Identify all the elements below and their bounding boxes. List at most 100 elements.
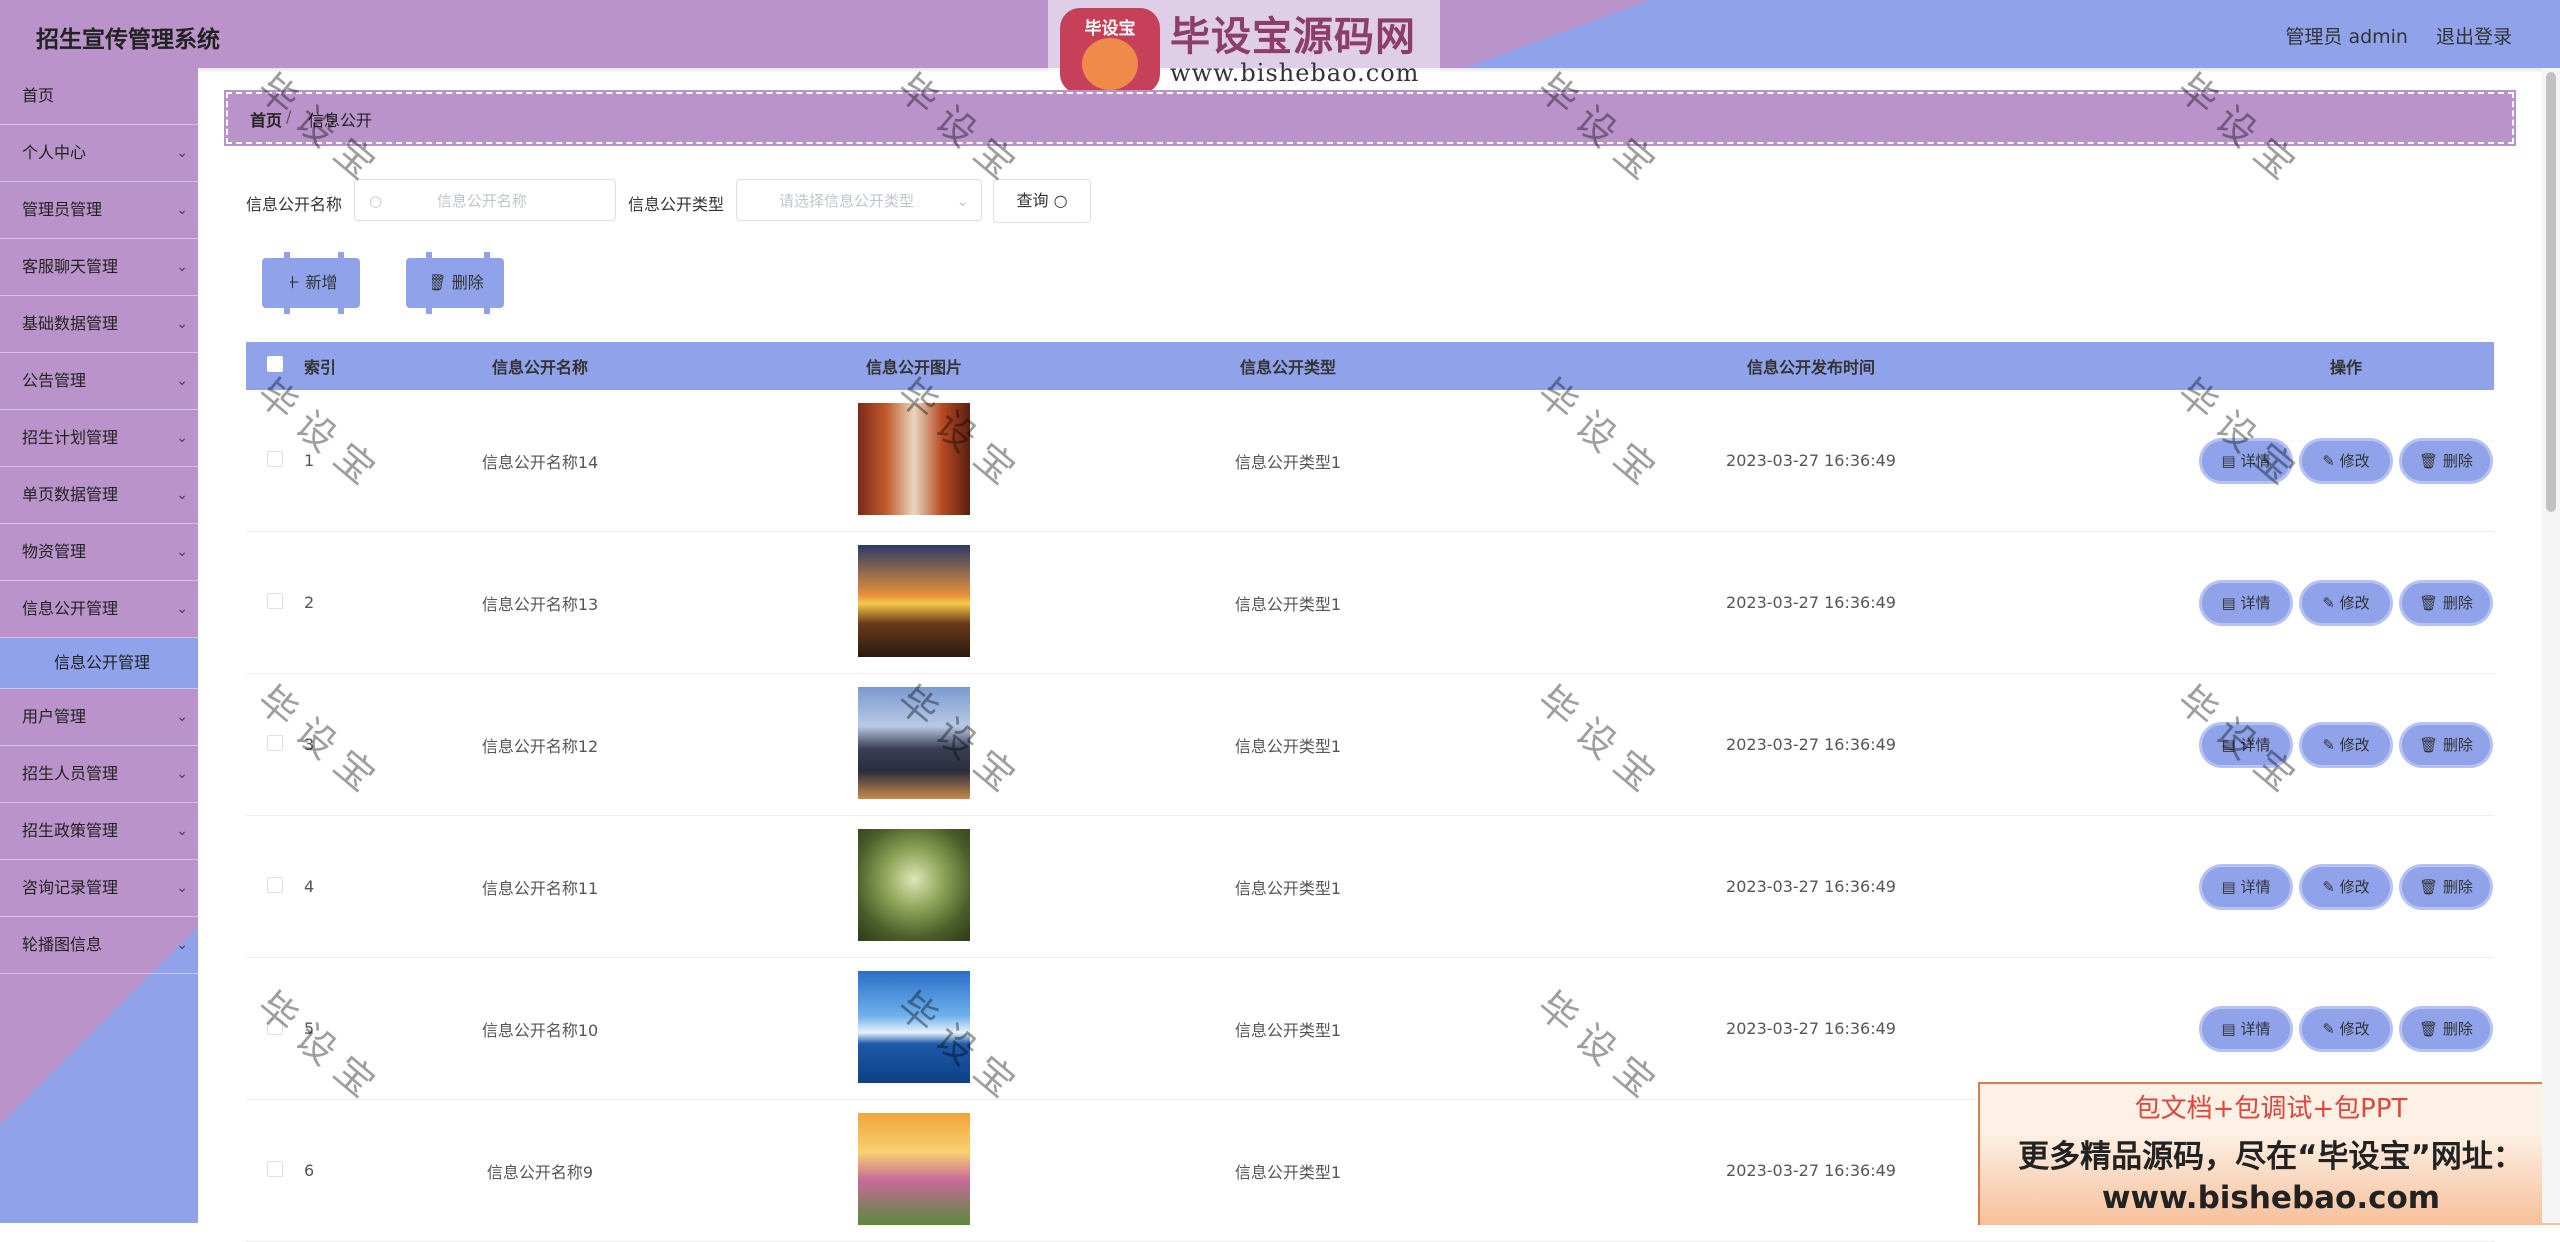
batch-delete-button[interactable]: 🗑 删除 — [406, 252, 504, 314]
col-name: 信息公开名称 — [491, 358, 588, 377]
logo-badge-text: 毕设宝 — [1084, 19, 1136, 39]
row-checkbox[interactable] — [267, 876, 283, 893]
edit-icon: ✎ — [2322, 1019, 2335, 1038]
sidebar-item-4[interactable]: 基础数据管理 ⌄ — [0, 296, 198, 353]
detail-icon: ▤ — [2221, 877, 2236, 896]
table-row: 5 信息公开名称10 信息公开类型1 2023-03-27 16:36:49 ▤ 详情 ✎… — [246, 958, 2494, 1100]
chevron-down-icon: ⌄ — [176, 430, 188, 446]
sidebar-item-8[interactable]: 物资管理 ⌄ — [0, 524, 198, 581]
delete-label: 删除 — [451, 273, 484, 292]
delete-button[interactable]: 🗑 删除 — [2402, 1008, 2490, 1049]
sidebar-item-12[interactable]: 招生政策管理 ⌄ — [0, 803, 198, 860]
sidebar-item-3[interactable]: 客服聊天管理 ⌄ — [0, 239, 198, 296]
edit-button[interactable]: ✎ 修改 — [2302, 440, 2390, 481]
detail-label: 详情 — [2240, 1019, 2271, 1038]
detail-button[interactable]: ▤ 详情 — [2202, 866, 2290, 907]
detail-label: 详情 — [2240, 877, 2271, 896]
row-image[interactable] — [858, 402, 970, 515]
row-index: 6 — [304, 1161, 315, 1180]
row-time: 2023-03-27 16:36:49 — [1726, 451, 1896, 470]
edit-label: 修改 — [2339, 593, 2370, 612]
sidebar-item-0[interactable]: 首页 — [0, 68, 198, 125]
row-checkbox[interactable] — [267, 734, 283, 751]
system-title: 招生宣传管理系统 — [36, 27, 220, 53]
trash-icon: 🗑 — [2419, 451, 2439, 470]
chevron-down-icon: ⌄ — [176, 766, 188, 782]
detail-button[interactable]: ▤ 详情 — [2202, 582, 2290, 623]
trash-icon: 🗑 — [2419, 735, 2439, 754]
delete-label: 删除 — [2442, 593, 2473, 612]
row-checkbox[interactable] — [267, 1160, 283, 1177]
chevron-down-icon: ⌄ — [956, 192, 969, 210]
edit-button[interactable]: ✎ 修改 — [2302, 866, 2390, 907]
edit-button[interactable]: ✎ 修改 — [2302, 724, 2390, 765]
row-checkbox[interactable] — [267, 450, 283, 467]
sidebar-item-label: 公告管理 — [22, 371, 87, 390]
promo-banner: 包文档+包调试+包PPT 更多精品源码，尽在“毕设宝”网址： www.bishe… — [1978, 1082, 2560, 1225]
page-scrollbar[interactable] — [2542, 68, 2560, 1223]
edit-label: 修改 — [2339, 451, 2370, 470]
sidebar-item-10[interactable]: 用户管理 ⌄ — [0, 689, 198, 746]
detail-button[interactable]: ▤ 详情 — [2202, 1008, 2290, 1049]
row-type: 信息公开类型1 — [1234, 452, 1342, 472]
promo-line2: 更多精品源码，尽在“毕设宝”网址： — [2018, 1139, 2524, 1175]
add-label: 新增 — [305, 273, 338, 292]
table-row: 1 信息公开名称14 信息公开类型1 2023-03-27 16:36:49 ▤ 详情 ✎… — [246, 390, 2494, 532]
chevron-down-icon: ⌄ — [176, 487, 188, 503]
chevron-down-icon: ⌄ — [176, 937, 188, 953]
edit-button[interactable]: ✎ 修改 — [2302, 582, 2390, 623]
sidebar-item-14[interactable]: 轮播图信息 ⌄ — [0, 917, 198, 974]
row-image[interactable] — [858, 970, 970, 1083]
sidebar-item-1[interactable]: 个人中心 ⌄ — [0, 125, 198, 182]
detail-button[interactable]: ▤ 详情 — [2202, 724, 2290, 765]
sidebar-item-7[interactable]: 单页数据管理 ⌄ — [0, 467, 198, 524]
name-search-input[interactable]: ○ 信息公开名称 — [354, 179, 616, 221]
name-label: 信息公开名称 — [246, 195, 343, 214]
search-icon: ○ — [1053, 191, 1068, 210]
trash-icon: 🗑 — [2419, 877, 2439, 896]
delete-button[interactable]: 🗑 删除 — [2402, 724, 2490, 765]
sidebar-item-label: 个人中心 — [22, 143, 87, 162]
sidebar-item-2[interactable]: 管理员管理 ⌄ — [0, 182, 198, 239]
row-image[interactable] — [858, 828, 970, 941]
edit-icon: ✎ — [2322, 877, 2335, 896]
sidebar-item-6[interactable]: 招生计划管理 ⌄ — [0, 410, 198, 467]
row-type: 信息公开类型1 — [1234, 878, 1342, 898]
sidebar-item-label: 招生政策管理 — [22, 821, 119, 840]
sidebar-item-9[interactable]: 信息公开管理 ⌄ — [0, 581, 198, 638]
chevron-down-icon: ⌄ — [176, 373, 188, 389]
detail-icon: ▤ — [2221, 593, 2236, 612]
trash-icon: 🗑 — [426, 273, 447, 292]
row-index: 3 — [304, 735, 315, 754]
sidebar-item-5[interactable]: 公告管理 ⌄ — [0, 353, 198, 410]
row-image[interactable] — [858, 1112, 970, 1225]
add-button[interactable]: ＋ 新增 — [262, 252, 360, 314]
query-button[interactable]: 查询 ○ — [993, 179, 1091, 223]
row-image[interactable] — [858, 544, 970, 657]
row-type: 信息公开类型1 — [1234, 594, 1342, 614]
promo-line1: 包文档+包调试+包PPT — [2134, 1094, 2408, 1124]
sidebar-subitem[interactable]: 信息公开管理 — [0, 638, 198, 689]
detail-button[interactable]: ▤ 详情 — [2202, 440, 2290, 481]
scrollbar-thumb[interactable] — [2546, 72, 2556, 512]
row-type: 信息公开类型1 — [1234, 1020, 1342, 1040]
type-select[interactable]: 请选择信息公开类型 ⌄ — [736, 179, 982, 221]
row-checkbox[interactable] — [267, 1018, 283, 1035]
delete-button[interactable]: 🗑 删除 — [2402, 866, 2490, 907]
sidebar-item-13[interactable]: 咨询记录管理 ⌄ — [0, 860, 198, 917]
sidebar-item-label: 用户管理 — [22, 707, 87, 726]
sidebar-item-label: 咨询记录管理 — [22, 878, 119, 897]
logout-button[interactable]: 退出登录 — [2436, 22, 2512, 49]
logo-url: www.bishebao.com — [1170, 59, 1420, 87]
row-image[interactable] — [858, 686, 970, 799]
row-index: 5 — [304, 1019, 315, 1038]
row-checkbox[interactable] — [267, 592, 283, 609]
delete-button[interactable]: 🗑 删除 — [2402, 582, 2490, 623]
select-all-checkbox[interactable] — [267, 356, 283, 372]
logo-text: 毕设宝源码网 — [1170, 14, 1416, 60]
user-label[interactable]: 管理员 admin — [2285, 22, 2408, 49]
breadcrumb-home[interactable]: 首页 — [250, 107, 282, 131]
sidebar-item-11[interactable]: 招生人员管理 ⌄ — [0, 746, 198, 803]
edit-button[interactable]: ✎ 修改 — [2302, 1008, 2390, 1049]
delete-button[interactable]: 🗑 删除 — [2402, 440, 2490, 481]
